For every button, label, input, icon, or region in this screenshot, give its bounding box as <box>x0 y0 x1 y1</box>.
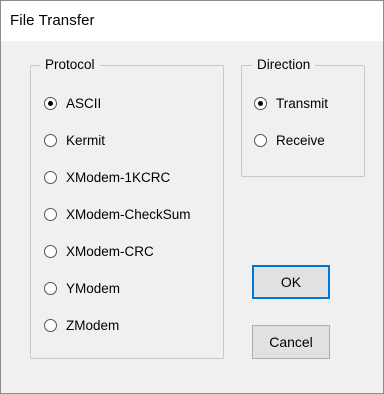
radio-selected-icon[interactable] <box>254 96 267 110</box>
protocol-option-zmodem[interactable]: ZModem <box>44 316 119 334</box>
protocol-option-label: XModem-1KCRC <box>66 169 171 185</box>
radio-selected-icon[interactable] <box>44 96 57 110</box>
protocol-option-kermit[interactable]: Kermit <box>44 131 105 149</box>
direction-option-label: Receive <box>276 132 325 148</box>
radio-unselected-icon[interactable] <box>44 244 57 258</box>
direction-group: Direction <box>241 57 365 177</box>
protocol-option-xmodem-1kcrc[interactable]: XModem-1KCRC <box>44 168 170 186</box>
radio-unselected-icon[interactable] <box>44 318 57 332</box>
direction-group-label: Direction <box>252 57 316 73</box>
protocol-option-xmodem-checksum[interactable]: XModem-CheckSum <box>44 205 191 223</box>
protocol-group-label: Protocol <box>40 57 100 73</box>
radio-unselected-icon[interactable] <box>44 170 57 184</box>
protocol-option-ymodem[interactable]: YModem <box>44 279 120 297</box>
title-bar: File Transfer <box>1 1 383 41</box>
radio-unselected-icon[interactable] <box>44 133 57 147</box>
protocol-option-label: Kermit <box>66 132 106 148</box>
protocol-option-label: ZModem <box>66 317 120 333</box>
radio-unselected-icon[interactable] <box>44 207 57 221</box>
direction-option-label: Transmit <box>276 95 329 111</box>
dialog-title: File Transfer <box>10 12 95 29</box>
protocol-option-ascii[interactable]: ASCII <box>44 94 101 112</box>
direction-option-transmit[interactable]: Transmit <box>254 94 328 112</box>
cancel-button[interactable]: Cancel <box>252 325 330 359</box>
radio-unselected-icon[interactable] <box>254 133 267 147</box>
protocol-option-xmodem-crc[interactable]: XModem-CRC <box>44 242 154 260</box>
file-transfer-dialog: File Transfer Protocol ASCII Kermit XMod… <box>0 0 384 394</box>
protocol-option-label: YModem <box>66 280 121 296</box>
protocol-option-label: ASCII <box>66 95 102 111</box>
protocol-option-label: XModem-CRC <box>66 243 154 259</box>
ok-button[interactable]: OK <box>252 265 330 299</box>
direction-option-receive[interactable]: Receive <box>254 131 325 149</box>
protocol-option-label: XModem-CheckSum <box>66 206 191 222</box>
radio-unselected-icon[interactable] <box>44 281 57 295</box>
